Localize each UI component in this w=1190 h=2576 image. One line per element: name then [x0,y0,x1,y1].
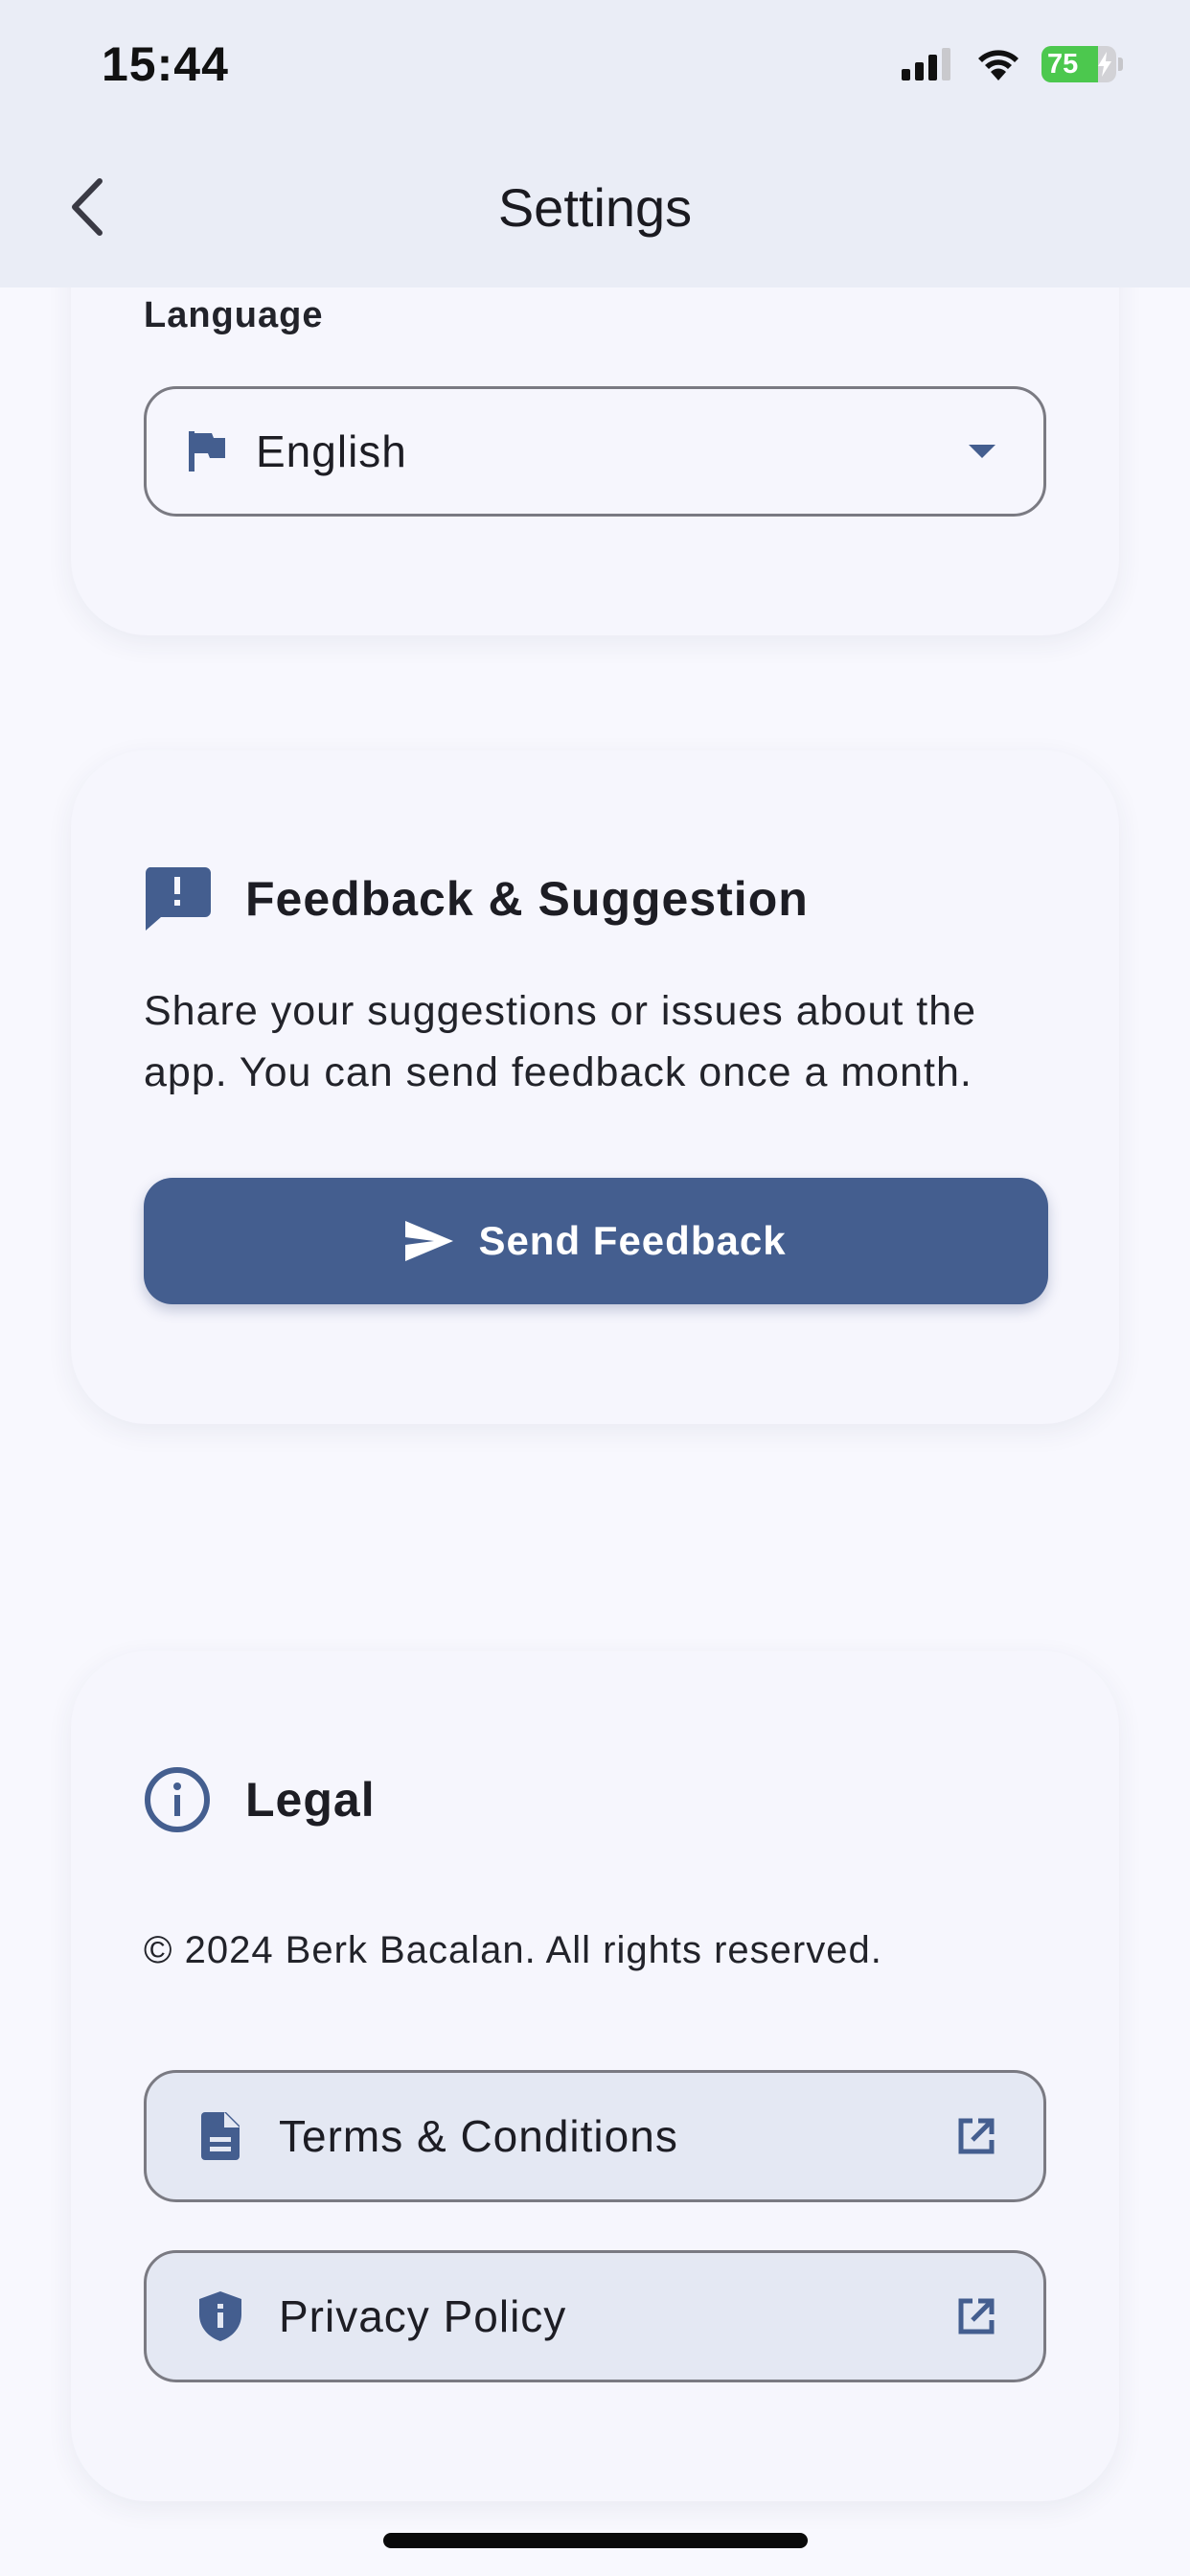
external-link-icon [958,2298,995,2334]
navigation-bar: Settings [0,134,1190,288]
battery-level: 75 [1047,49,1079,80]
legal-title: Legal [245,1773,376,1827]
chevron-down-icon [969,445,995,458]
cellular-signal-icon [902,48,950,80]
legal-header: Legal [144,1766,376,1833]
external-link-icon [958,2118,995,2154]
terms-conditions-button[interactable]: Terms & Conditions [144,2070,1046,2202]
feedback-header: Feedback & Suggestion [144,865,809,932]
copyright-text: © 2024 Berk Bacalan. All rights reserved… [144,1929,882,1971]
info-icon [145,1767,210,1832]
feedback-description: Share your suggestions or issues about t… [144,988,977,1095]
battery-cap [1118,58,1123,71]
send-icon [405,1221,454,1261]
send-feedback-button[interactable]: Send Feedback [144,1178,1048,1304]
legal-card: Legal © 2024 Berk Bacalan. All rights re… [71,1651,1119,2501]
document-icon [198,2112,242,2160]
charging-bolt-icon [1098,52,1111,77]
flag-icon [189,431,225,472]
wifi-icon [978,50,1018,80]
status-bar: 15:44 75 [0,0,1190,134]
status-icons: 75 [902,46,1123,82]
status-time: 15:44 [102,37,229,91]
feedback-icon [145,867,211,931]
shield-icon [198,2291,242,2341]
language-dropdown[interactable]: English [144,386,1046,517]
privacy-policy-button[interactable]: Privacy Policy [144,2250,1046,2382]
home-indicator[interactable] [383,2533,808,2548]
terms-conditions-label: Terms & Conditions [279,2111,678,2161]
feedback-card: Feedback & Suggestion Share your suggest… [71,750,1119,1424]
language-selected-value: English [256,426,407,476]
battery-charging-icon: 75 [1041,46,1116,82]
language-label: Language [144,295,324,335]
privacy-policy-label: Privacy Policy [279,2291,567,2341]
page-title: Settings [497,177,693,238]
feedback-title: Feedback & Suggestion [245,872,809,926]
send-feedback-label: Send Feedback [478,1218,787,1263]
